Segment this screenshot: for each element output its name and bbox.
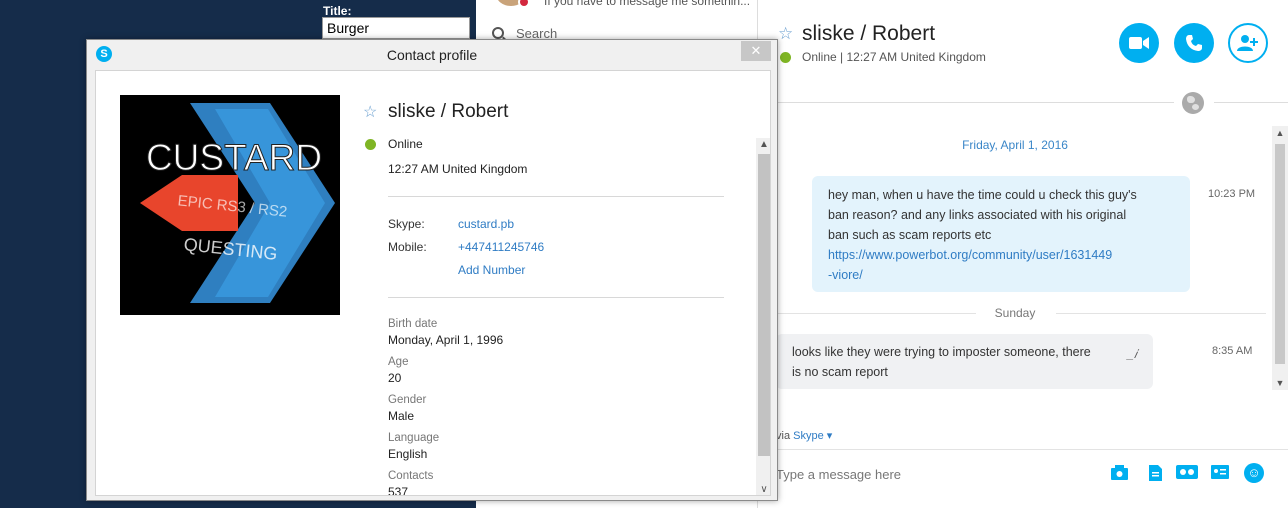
profile-status: Online: [388, 137, 423, 151]
avatar: CUSTARD EPIC RS3 / RS2 QUESTING: [120, 95, 340, 315]
message-text: is no scam report: [792, 365, 888, 379]
online-status-icon: [365, 139, 376, 150]
conversation-status: Online | 12:27 AM United Kingdom: [802, 50, 986, 64]
scroll-up-icon[interactable]: ▲: [756, 139, 770, 150]
favorite-star-icon[interactable]: ☆: [778, 24, 793, 44]
media-gallery-icon[interactable]: [1110, 465, 1128, 481]
divider: [388, 297, 724, 298]
dialog-title: Contact profile: [386, 47, 478, 63]
send-via-selector[interactable]: via Skype ▾: [776, 429, 832, 442]
age-value: 20: [388, 371, 402, 385]
add-number-link[interactable]: Add Number: [458, 263, 525, 277]
mobile-label: Mobile:: [388, 240, 427, 254]
video-camera-icon: [1129, 37, 1149, 49]
contacts-label: Contacts: [388, 470, 434, 482]
message-timestamp: 8:35 AM: [1212, 345, 1253, 357]
avatar-text: CUSTARD: [146, 137, 322, 178]
message-text: looks like they were trying to imposter …: [792, 345, 1091, 359]
date-separator: Friday, April 1, 2016: [962, 138, 1068, 152]
skype-label: Skype:: [388, 217, 425, 231]
profile-content: CUSTARD EPIC RS3 / RS2 QUESTING ☆ sliske…: [95, 70, 771, 496]
scroll-thumb[interactable]: [758, 154, 770, 456]
scroll-thumb[interactable]: [1275, 144, 1285, 364]
message-timestamp: 10:23 PM: [1208, 188, 1256, 200]
send-contact-icon[interactable]: [1211, 465, 1229, 481]
edit-pencil-icon[interactable]: _𝑖: [1127, 344, 1137, 364]
scroll-down-icon[interactable]: ∨: [756, 484, 770, 495]
birth-date-label: Birth date: [388, 318, 438, 330]
message-text: hey man, when u have the time could u ch…: [828, 188, 1137, 202]
add-participant-button[interactable]: [1228, 23, 1268, 63]
divider: [1056, 313, 1266, 314]
message-link[interactable]: -viore/: [828, 268, 863, 282]
audio-call-button[interactable]: [1174, 23, 1214, 63]
gender-label: Gender: [388, 394, 427, 406]
header-divider: [778, 102, 1174, 103]
header-divider: [1214, 102, 1288, 103]
via-label: via: [776, 430, 791, 442]
globe-icon: [1182, 92, 1204, 114]
contact-profile-dialog: S Contact profile ✕ CUSTARD EPIC RS3 / R…: [86, 39, 778, 501]
message-text: ban such as scam reports etc: [828, 228, 992, 242]
emoticon-icon[interactable]: ☺: [1244, 463, 1264, 483]
phone-icon: [1186, 35, 1202, 51]
profile-scrollbar[interactable]: ▲ ∨: [756, 138, 770, 495]
contacts-value: 537: [388, 485, 409, 496]
age-label: Age: [388, 356, 409, 368]
conversation-contact-name[interactable]: sliske / Robert: [802, 22, 935, 46]
dialog-titlebar[interactable]: S Contact profile ✕: [87, 40, 777, 70]
message-text: ban reason? and any links associated wit…: [828, 208, 1127, 222]
skype-name-link[interactable]: custard.pb: [458, 217, 514, 231]
compose-divider: [776, 449, 1288, 450]
online-status-icon: [780, 52, 791, 63]
notification-badge: [518, 0, 530, 8]
mobile-number-link[interactable]: +447411245746: [458, 240, 544, 254]
divider: [388, 196, 724, 197]
profile-name: sliske / Robert: [388, 101, 509, 122]
close-button[interactable]: ✕: [741, 41, 771, 61]
add-person-icon: [1237, 35, 1258, 51]
profile-local-time: 12:27 AM United Kingdom: [388, 162, 528, 176]
favorite-star-icon[interactable]: ☆: [363, 102, 377, 122]
message-input[interactable]: Type a message here: [776, 467, 901, 482]
birth-date-value: Monday, April 1, 1996: [388, 333, 504, 347]
language-label: Language: [388, 432, 440, 444]
sent-message[interactable]: hey man, when u have the time could u ch…: [812, 176, 1190, 292]
video-call-button[interactable]: [1119, 23, 1159, 63]
recent-message-snippet[interactable]: If you have to message me somethin...: [544, 0, 750, 8]
chevron-down-icon[interactable]: ▾: [827, 430, 833, 442]
video-message-icon[interactable]: [1176, 465, 1198, 481]
gender-value: Male: [388, 409, 415, 423]
received-message[interactable]: looks like they were trying to imposter …: [776, 334, 1153, 389]
conversation-panel: ☆ sliske / Robert Online | 12:27 AM Unit…: [758, 0, 1288, 508]
scroll-down-icon[interactable]: ▼: [1272, 376, 1288, 390]
conversation-scrollbar[interactable]: ▲ ▼: [1272, 126, 1288, 390]
title-label: Title:: [323, 4, 352, 18]
send-file-icon[interactable]: [1146, 465, 1164, 481]
scroll-up-icon[interactable]: ▲: [1272, 126, 1288, 140]
via-service[interactable]: Skype: [793, 430, 824, 442]
title-input[interactable]: Burger: [322, 17, 470, 39]
language-value: English: [388, 447, 428, 461]
message-link[interactable]: https://www.powerbot.org/community/user/…: [828, 248, 1112, 262]
search-icon: [492, 27, 504, 39]
